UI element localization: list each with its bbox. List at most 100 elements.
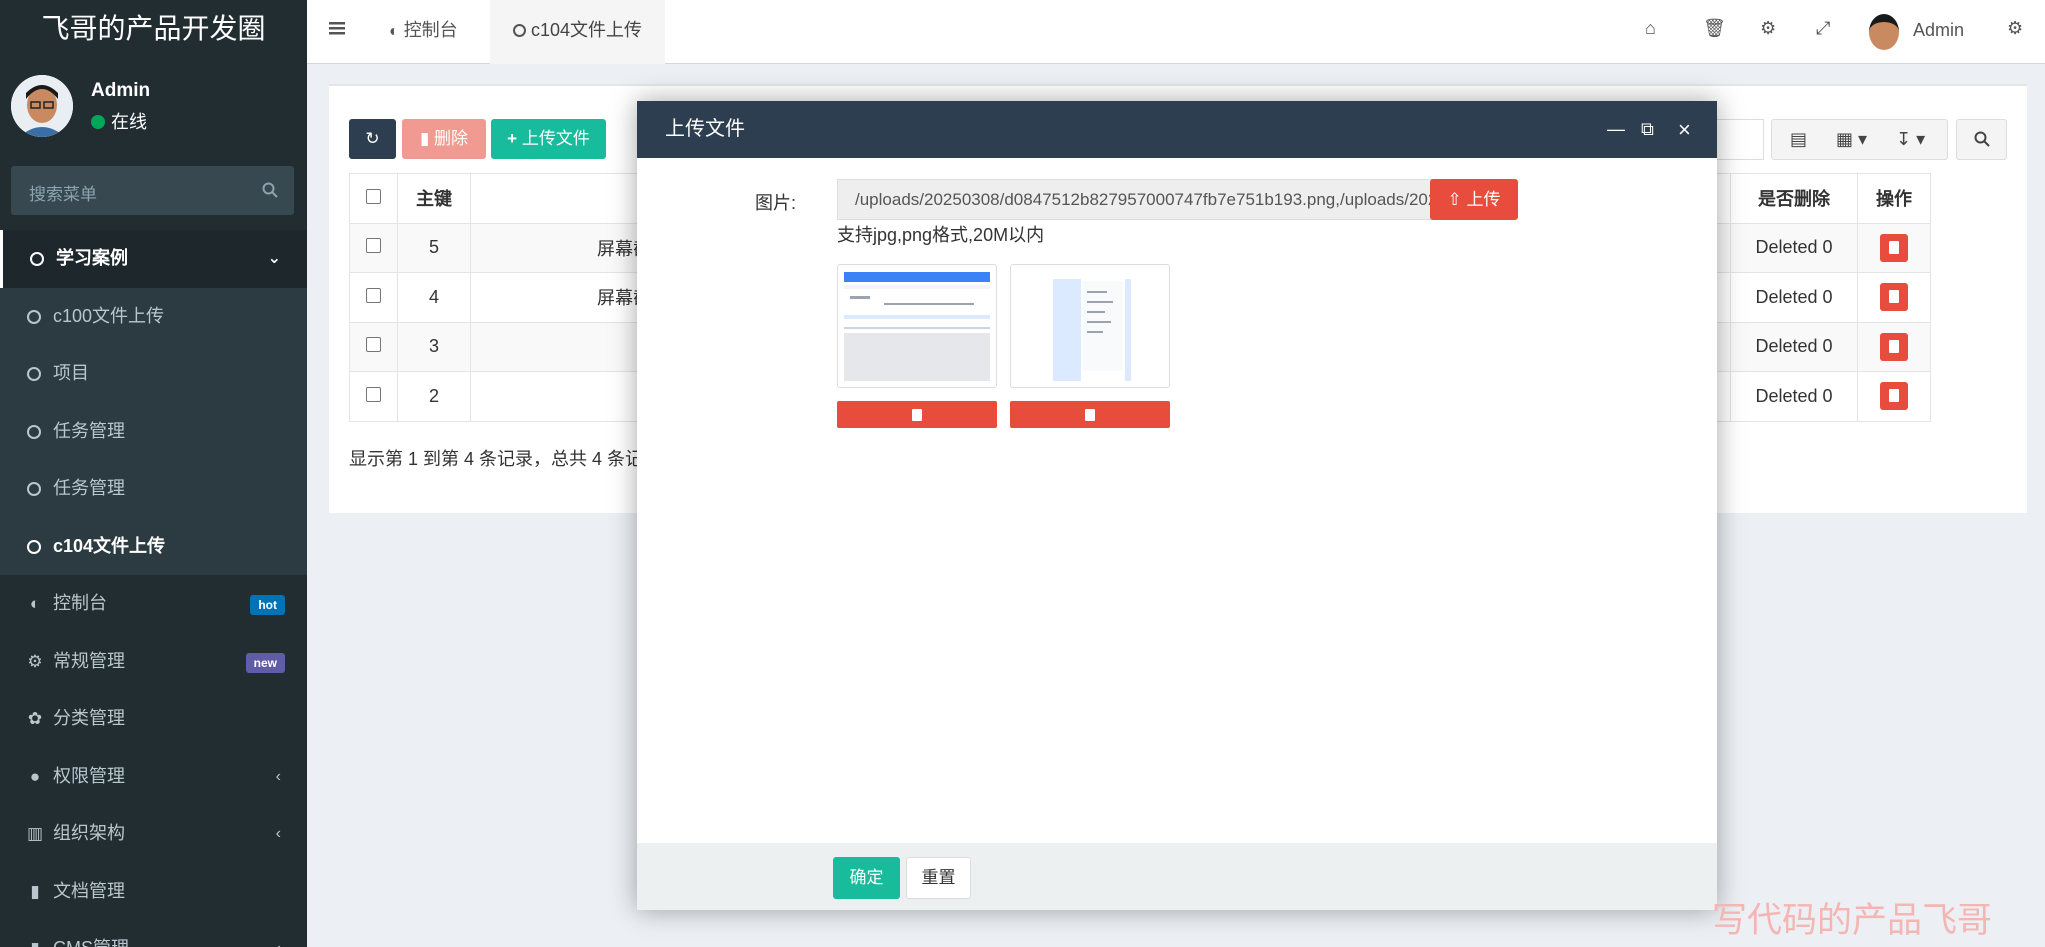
confirm-button[interactable]: 确定 (833, 857, 900, 899)
tab-label: c104文件上传 (531, 20, 643, 40)
row-select-cell[interactable] (349, 321, 398, 372)
sidebar-item-general[interactable]: ⚙ 常规管理 new (0, 633, 307, 691)
sidebar-item-task-management-2[interactable]: 任务管理 (0, 460, 307, 518)
menu-toggle-icon[interactable] (329, 20, 345, 41)
trash-icon (1889, 389, 1899, 403)
maximize-icon[interactable]: ⧉ (1641, 101, 1654, 158)
modal-title: 上传文件 (665, 118, 745, 140)
sidebar-item-permissions[interactable]: ● 权限管理 ‹ (0, 748, 307, 806)
sidebar-item-label: 分类管理 (53, 708, 125, 728)
leaf-icon: ✿ (27, 709, 43, 728)
export-icon[interactable]: ↧ ▾ (1896, 129, 1925, 150)
sidebar-item-c100-upload[interactable]: c100文件上传 (0, 287, 307, 345)
upload-modal: 上传文件 — ⧉ × 图片: /uploads/20250308/d084751… (637, 101, 1717, 910)
trash-icon (1889, 290, 1899, 304)
trash-icon[interactable]: 🗑 (1703, 18, 1726, 39)
row-checkbox[interactable] (366, 386, 381, 402)
upload-file-button[interactable]: + 上传文件 (491, 119, 606, 159)
upload-button[interactable]: ⇧ 上传 (1430, 179, 1518, 220)
row-checkbox[interactable] (366, 287, 381, 303)
image-thumbnail[interactable] (837, 264, 997, 388)
cell-id: 4 (397, 272, 471, 323)
home-icon[interactable]: ⌂ (1645, 18, 1656, 39)
select-all-checkbox[interactable] (366, 188, 381, 204)
app-logo[interactable]: 飞哥的产品开发圈 (0, 0, 307, 61)
circle-icon (27, 482, 41, 496)
user-status-label: 在线 (111, 112, 147, 132)
row-select-cell[interactable] (349, 371, 398, 422)
plus-icon: + (507, 129, 518, 148)
sidebar-item-label: 任务管理 (53, 478, 125, 498)
circle-icon (513, 24, 526, 37)
chevron-left-icon: ‹ (275, 767, 281, 785)
trash-icon: ▮ (419, 129, 430, 148)
settings-icon[interactable]: ⚙ (2007, 18, 2023, 39)
sidebar-item-organization[interactable]: ▥ 组织架构 ‹ (0, 805, 307, 863)
column-header-id[interactable]: 主键 (397, 173, 471, 224)
user-avatar (11, 75, 73, 137)
sidebar-item-cms[interactable]: ▮ CMS管理 ‹ (0, 920, 307, 947)
sidebar-item-project[interactable]: 项目 (0, 345, 307, 403)
sidebar-search[interactable]: 搜索菜单 (11, 166, 294, 215)
thumbnail-delete-button[interactable] (837, 401, 997, 428)
sidebar-item-study-cases[interactable]: 学习案例 ⌄ (0, 230, 307, 288)
delete-button[interactable]: ▮ 删除 (402, 119, 486, 159)
sidebar-item-label: c100文件上传 (53, 305, 165, 326)
table-icon[interactable]: ▤ (1790, 129, 1807, 150)
sidebar-item-c104-upload[interactable]: c104文件上传 (0, 517, 307, 575)
circle-icon (30, 252, 44, 266)
sidebar-item-task-management[interactable]: 任务管理 (0, 402, 307, 460)
user-name: Admin (91, 80, 151, 101)
sidebar-item-documents[interactable]: ▮ 文档管理 (0, 863, 307, 921)
pagination-info: 显示第 1 到第 4 条记录，总共 4 条记 (349, 449, 644, 469)
cell-actions (1857, 321, 1931, 372)
refresh-button[interactable]: ↻ (349, 119, 396, 159)
row-delete-button[interactable] (1880, 283, 1908, 312)
online-dot-icon (91, 115, 105, 129)
row-select-cell[interactable] (349, 222, 398, 273)
trash-icon (1889, 240, 1899, 254)
circle-icon (27, 367, 41, 381)
search-icon (1974, 131, 1990, 147)
tab-dashboard[interactable]: ◐ 控制台 (366, 0, 481, 64)
table-search-button[interactable] (1956, 119, 2007, 160)
fullscreen-icon[interactable]: ⤢ (1816, 18, 1830, 39)
table-search-input[interactable] (1713, 119, 1764, 160)
minimize-icon[interactable]: — (1607, 101, 1625, 158)
sidebar-item-label: 学习案例 (56, 248, 128, 268)
cell-id: 5 (397, 222, 471, 273)
sidebar-menu: 学习案例 ⌄ c100文件上传 项目 任务管理 任务管理 c104文件上传 ◐ … (0, 230, 307, 947)
sidebar-item-dashboard[interactable]: ◐ 控制台 hot (0, 575, 307, 633)
trash-icon (1889, 339, 1899, 353)
user-status: 在线 (91, 108, 147, 134)
sidebar-item-label: 项目 (53, 363, 89, 383)
modal-footer: 确定 重置 (637, 843, 1717, 910)
users-icon: ● (29, 766, 41, 786)
select-all-cell[interactable] (349, 173, 398, 224)
topbar: ◐ 控制台 c104文件上传 ⌂ 🗑 ⚙ ⤢ Admin ⚙ (307, 0, 2045, 64)
row-checkbox[interactable] (366, 337, 381, 353)
sidebar-item-label: 控制台 (53, 593, 107, 613)
search-icon[interactable] (262, 182, 278, 198)
sidebar-item-category[interactable]: ✿ 分类管理 (0, 690, 307, 748)
upload-label: 上传文件 (521, 129, 590, 148)
row-delete-button[interactable] (1880, 382, 1908, 411)
close-icon[interactable]: × (1678, 101, 1691, 158)
column-header-is-deleted[interactable]: 是否删除 (1730, 173, 1858, 224)
tab-c104-upload[interactable]: c104文件上传 (490, 0, 666, 64)
file-icon: ▮ (30, 881, 40, 901)
sidebar: 飞哥的产品开发圈 Admin 在线 搜索菜单 学习案例 ⌄ c100文件上传 项… (0, 0, 307, 947)
cell-id: 2 (397, 371, 471, 422)
language-icon[interactable]: ⚙ (1760, 18, 1776, 39)
circle-icon (27, 539, 41, 554)
row-select-cell[interactable] (349, 272, 398, 323)
columns-icon[interactable]: ▦ ▾ (1836, 129, 1867, 150)
image-path-input[interactable]: /uploads/20250308/d0847512b827957000747f… (837, 179, 1437, 220)
row-checkbox[interactable] (366, 238, 381, 254)
row-delete-button[interactable] (1880, 332, 1908, 361)
row-delete-button[interactable] (1880, 233, 1908, 262)
reset-button[interactable]: 重置 (906, 857, 971, 899)
thumbnail-delete-button[interactable] (1010, 401, 1170, 428)
image-thumbnail[interactable] (1010, 264, 1170, 388)
cogs-icon: ⚙ (27, 651, 43, 671)
